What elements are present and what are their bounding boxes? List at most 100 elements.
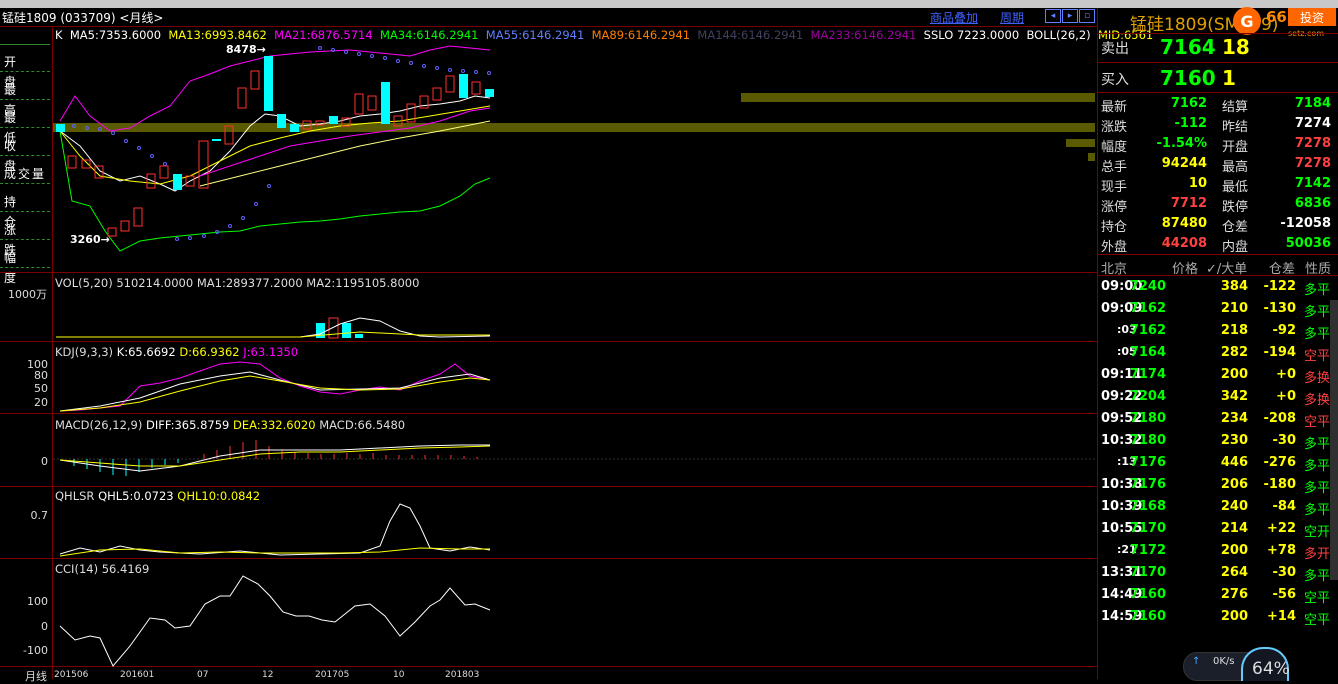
trades-scrollbar[interactable] (1330, 300, 1338, 580)
trade-volume: 210 (1220, 301, 1248, 316)
quote-label: 最新 (1101, 100, 1128, 115)
kdj-legend: KDJ(9,3,3) K:65.6692 D:66.9362 J:63.1350 (55, 345, 298, 359)
sell-label: 卖出 (1101, 41, 1129, 57)
quote-label: 幅度 (1101, 140, 1128, 155)
qhlsr-legend: QHLSR QHL5:0.0723 QHL10:0.0842 (55, 489, 260, 503)
upload-arrow-icon: ↑ (1192, 656, 1201, 667)
quote-value: 44208 (1161, 236, 1207, 251)
kdj-d-value: D:66.9362 (179, 345, 240, 359)
candle (133, 207, 143, 227)
trade-type: 多开 (1304, 547, 1331, 562)
vol-unit-label: 1000万 (8, 288, 47, 301)
candle (120, 220, 130, 232)
candle (459, 74, 468, 98)
trade-type: 多平 (1304, 283, 1331, 298)
candle (250, 70, 260, 90)
trade-oi-change: +14 (1267, 609, 1296, 624)
speed-text: 0K/s (1213, 656, 1235, 667)
trade-volume: 230 (1220, 433, 1248, 448)
qhlsr-name: QHLSR (55, 489, 95, 503)
quote-value: -112 (1174, 116, 1207, 131)
candle (67, 155, 77, 169)
period-button[interactable]: 周期 (1000, 9, 1024, 26)
trade-oi-change: -122 (1263, 279, 1296, 294)
candle (381, 82, 390, 124)
quote-value: -1.54% (1156, 136, 1208, 151)
macd-name: MACD(26,12,9) (55, 418, 143, 432)
trade-volume: 214 (1220, 521, 1248, 536)
trade-volume: 206 (1220, 477, 1248, 492)
x-axis-unit: 月线 (25, 670, 47, 683)
candle (264, 56, 273, 111)
kdj-tick-80: 80 (34, 369, 48, 382)
quote-label: 持仓 (1101, 220, 1128, 235)
window-top-strip (0, 0, 1338, 8)
qhl5-line (59, 503, 491, 556)
quote-label: 最低 (1222, 180, 1249, 195)
qhlsr-tick-07: 0.7 (30, 509, 49, 522)
macd-diff-value: DIFF:365.8759 (146, 418, 230, 432)
trade-type: 多平 (1304, 569, 1331, 584)
svg-text:66: 66 (1266, 8, 1287, 26)
trade-oi-change: +0 (1276, 389, 1296, 404)
nav-left-icon[interactable]: ◂ (1045, 9, 1061, 23)
divider (1097, 33, 1338, 34)
overlay-button[interactable]: 商品叠加 (930, 9, 978, 26)
trade-price: 7176 (1129, 455, 1166, 470)
window-title: 锰硅1809 (033709) <月线> (2, 11, 164, 25)
trade-volume: 282 (1220, 345, 1248, 360)
trade-type: 多平 (1304, 459, 1331, 474)
trade-type: 多换 (1304, 371, 1331, 386)
divider (1097, 62, 1338, 63)
trade-price: 7180 (1129, 411, 1166, 426)
trade-type: 空平 (1304, 415, 1331, 430)
candle (81, 159, 91, 169)
volume-bar (328, 317, 339, 339)
low-price-value: 3260 (70, 233, 101, 246)
trade-price: 7176 (1129, 477, 1166, 492)
nav-restore-icon[interactable]: ▫ (1079, 9, 1095, 23)
candle (445, 75, 455, 93)
nav-right-icon[interactable]: ▸ (1062, 9, 1078, 23)
quote-label: 外盘 (1101, 240, 1128, 255)
buy-label: 买入 (1101, 72, 1129, 88)
kdj-j-value: J:63.1350 (243, 345, 299, 359)
trade-price: 7170 (1129, 565, 1166, 580)
quote-value: -12058 (1280, 216, 1331, 231)
kdj-tick-50: 50 (34, 382, 48, 395)
high-price-label: 8478→ (226, 43, 266, 56)
candle (198, 140, 209, 189)
cci-tick-0: 0 (41, 620, 48, 633)
buy-volume: 1 (1222, 66, 1236, 90)
trade-volume: 200 (1220, 367, 1248, 382)
macd-legend: MACD(26,12,9) DIFF:365.8759 DEA:332.6020… (55, 418, 405, 432)
candle (173, 174, 182, 190)
trade-oi-change: -194 (1263, 345, 1296, 360)
cci-tick-100: 100 (27, 595, 48, 608)
divider (1097, 92, 1338, 93)
trade-oi-change: -130 (1263, 301, 1296, 316)
candle (212, 139, 221, 141)
quote-value: 7142 (1294, 176, 1331, 191)
quote-value: 7278 (1294, 156, 1331, 171)
divider (1097, 275, 1338, 276)
svg-text:投资: 投资 (1300, 10, 1324, 25)
trade-oi-change: -56 (1272, 587, 1297, 602)
trade-price: 7180 (1129, 433, 1166, 448)
trade-price: 7172 (1129, 543, 1166, 558)
candle (485, 89, 494, 97)
trade-oi-change: -30 (1272, 565, 1297, 580)
trade-type: 空开 (1304, 525, 1331, 540)
cci-tick-minus100: -100 (23, 644, 48, 657)
cci-line (59, 575, 491, 667)
boll-lower-line (59, 130, 491, 252)
trade-oi-change: -84 (1272, 499, 1297, 514)
trade-volume: 264 (1220, 565, 1248, 580)
ma13-line (59, 105, 491, 185)
trade-oi-change: +0 (1276, 367, 1296, 382)
trade-oi-change: -180 (1263, 477, 1296, 492)
trade-oi-change: +22 (1267, 521, 1296, 536)
candle (471, 81, 481, 95)
trade-type: 多平 (1304, 327, 1331, 342)
quote-value: 94244 (1161, 156, 1207, 171)
